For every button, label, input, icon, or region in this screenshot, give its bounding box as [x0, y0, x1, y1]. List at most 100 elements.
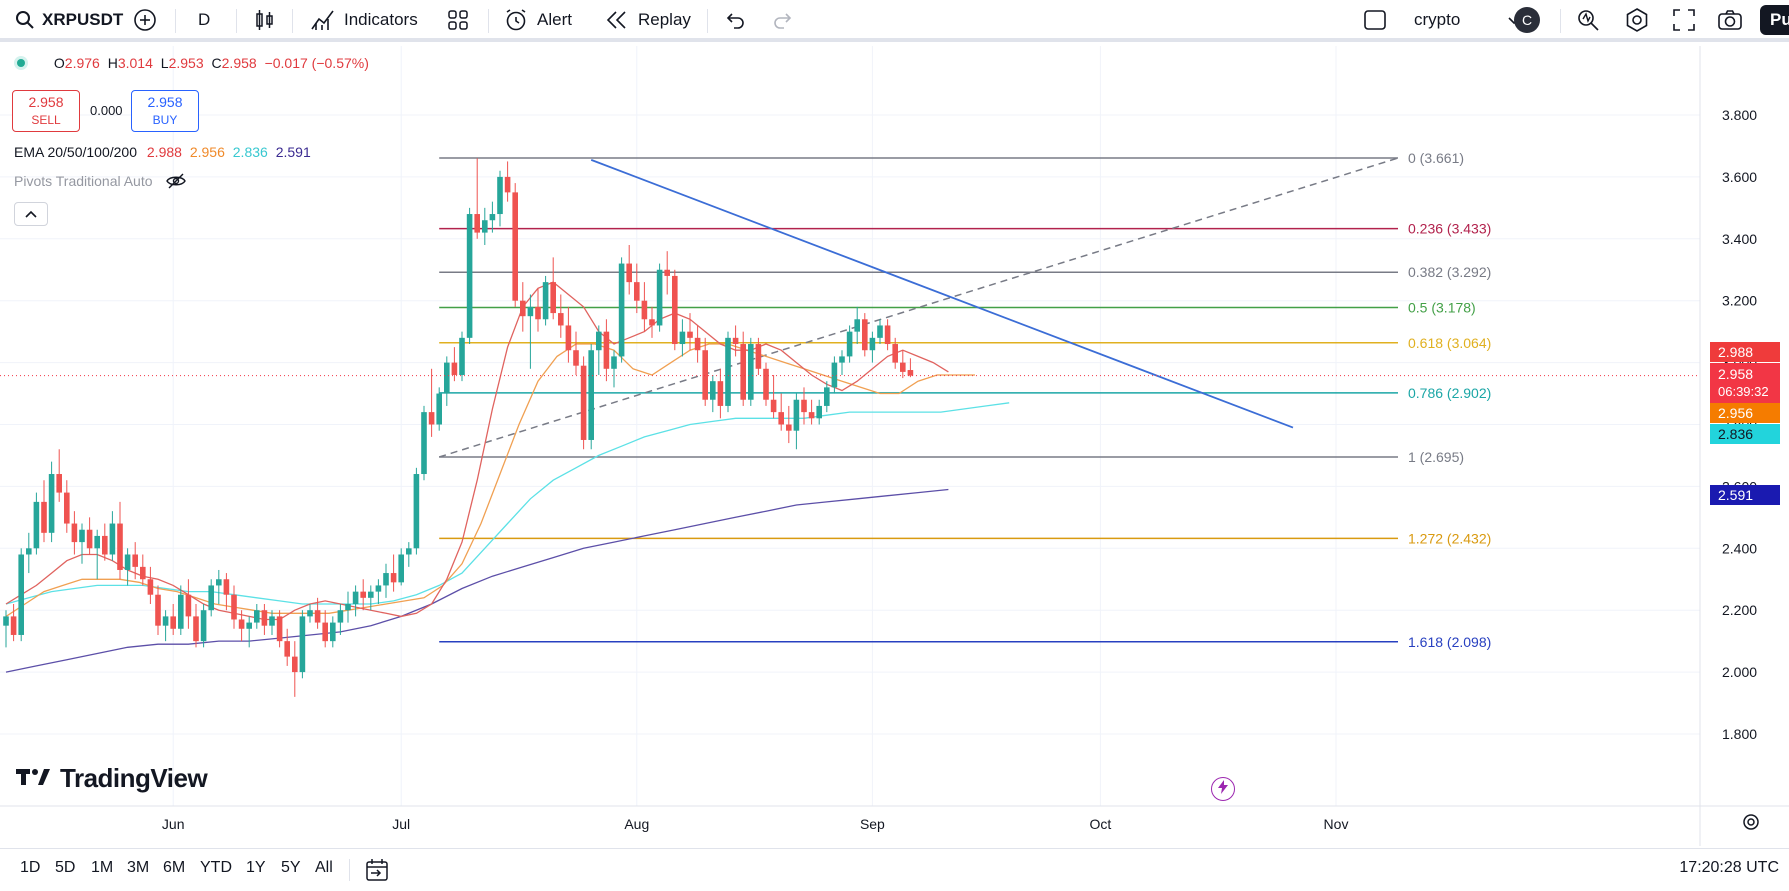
- square-icon: [1362, 7, 1388, 33]
- undo-icon: [722, 7, 748, 33]
- buy-price: 2.958: [147, 94, 183, 110]
- layout-name: crypto: [1414, 10, 1461, 29]
- fib-level-label: 0.5 (3.178): [1408, 300, 1476, 316]
- buy-button[interactable]: 2.958 BUY: [131, 90, 199, 132]
- low-value: 2.953: [168, 55, 204, 71]
- buy-label: BUY: [152, 113, 178, 127]
- price-tick-label: 1.800: [1722, 726, 1757, 742]
- events-marker[interactable]: [1211, 777, 1235, 801]
- candle-up: [846, 331, 853, 357]
- candle-down: [102, 535, 108, 555]
- candle-down: [641, 300, 648, 320]
- candle-down: [170, 616, 176, 629]
- range-5d[interactable]: 5D: [55, 859, 75, 877]
- candle-up: [877, 325, 883, 338]
- candle-up: [216, 579, 222, 586]
- candle-up: [466, 214, 473, 338]
- range-1y[interactable]: 1Y: [246, 859, 266, 877]
- candle-down: [41, 501, 47, 533]
- bar-countdown: 06:39:32: [1718, 384, 1769, 399]
- alert-button[interactable]: Alert: [503, 0, 572, 40]
- candle-down: [292, 656, 298, 673]
- fib-level-label: 0.382 (3.292): [1408, 264, 1491, 280]
- ema-legend[interactable]: EMA 20/50/100/200 2.988 2.956 2.836 2.59…: [14, 144, 311, 160]
- candle-down: [193, 616, 199, 642]
- candle-up: [611, 356, 617, 369]
- compare-symbol-button[interactable]: [132, 0, 166, 40]
- candle-up: [79, 529, 85, 543]
- candle-up: [854, 319, 860, 332]
- utc-clock[interactable]: 17:20:28 UTC: [1679, 859, 1779, 877]
- candle-up: [18, 554, 24, 635]
- candle-down: [185, 594, 192, 617]
- bottom-toolbar: 1D 5D 1M 3M 6M YTD 1Y 5Y All 17:20:28 UT…: [0, 848, 1789, 891]
- templates-button[interactable]: [445, 0, 479, 40]
- candle-up: [406, 548, 412, 555]
- fullscreen-button[interactable]: [1671, 0, 1705, 40]
- open-label: O: [53, 55, 65, 71]
- replay-button[interactable]: Replay: [604, 0, 691, 40]
- snapshot-button[interactable]: [1717, 0, 1751, 40]
- candle-down: [261, 610, 268, 626]
- fullscreen-square-button[interactable]: [1362, 0, 1396, 40]
- fib-level-label: 0.236 (3.433): [1408, 221, 1491, 237]
- eye-off-icon[interactable]: [166, 173, 187, 192]
- range-all[interactable]: All: [315, 859, 333, 877]
- price-tick-label: 2.400: [1722, 540, 1757, 556]
- redo-button[interactable]: [770, 0, 804, 40]
- spread-value: 0.000: [90, 103, 123, 118]
- quick-search-button[interactable]: [1575, 0, 1609, 40]
- range-1m[interactable]: 1M: [91, 859, 113, 877]
- chart-type-button[interactable]: [252, 0, 286, 40]
- candle-down: [907, 370, 914, 376]
- candle-up: [459, 337, 465, 375]
- price-chart[interactable]: 3.8003.6003.4003.2003.0002.8002.6002.400…: [0, 46, 1789, 846]
- settings-button[interactable]: [1624, 0, 1658, 40]
- sell-price: 2.958: [28, 94, 64, 110]
- avatar[interactable]: C: [1514, 0, 1540, 40]
- lightning-icon: [1218, 779, 1228, 799]
- range-1d[interactable]: 1D: [20, 859, 40, 877]
- interval-label: D: [198, 10, 211, 29]
- indicators-button[interactable]: Indicators: [310, 0, 418, 40]
- time-axis-settings-button[interactable]: [1741, 812, 1763, 834]
- candle-down: [451, 362, 458, 375]
- layout-dropdown[interactable]: crypto: [1414, 0, 1520, 40]
- candle-up: [748, 344, 754, 400]
- candle-up: [200, 610, 207, 642]
- ema50-value: 2.956: [189, 144, 225, 160]
- candle-up: [869, 337, 876, 351]
- symbol-name: XRPUSDT: [42, 10, 124, 29]
- range-6m[interactable]: 6M: [163, 859, 185, 877]
- price-tick-label: 2.000: [1722, 664, 1757, 680]
- tradingview-logo[interactable]: TradingView: [16, 763, 208, 794]
- chart-pane[interactable]: 3.8003.6003.4003.2003.0002.8002.6002.400…: [0, 46, 1789, 846]
- candle-down: [884, 325, 891, 345]
- ohlc-legend: O2.976 H3.014 L2.953 C2.958 −0.017 (−0.5…: [14, 55, 369, 71]
- candle-up: [497, 176, 503, 215]
- candle-up: [3, 616, 9, 626]
- candle-up: [398, 554, 404, 583]
- candle-up: [345, 604, 351, 611]
- candle-down: [862, 319, 868, 351]
- gear-icon: [1741, 814, 1761, 836]
- goto-date-button[interactable]: [364, 858, 390, 887]
- range-5y[interactable]: 5Y: [281, 859, 301, 877]
- undo-button[interactable]: [722, 0, 756, 40]
- symbol-search-button[interactable]: XRPUSDT: [12, 0, 123, 40]
- range-ytd[interactable]: YTD: [200, 859, 232, 877]
- candle-down: [64, 492, 70, 524]
- sell-button[interactable]: 2.958 SELL: [12, 90, 80, 132]
- close-value: 2.958: [221, 55, 257, 71]
- pivots-legend[interactable]: Pivots Traditional Auto: [14, 173, 187, 192]
- candle-up: [542, 282, 549, 320]
- candle-up: [330, 622, 336, 642]
- time-tick-label: Jun: [162, 816, 185, 832]
- interval-button[interactable]: D: [198, 0, 210, 40]
- publish-button[interactable]: Pu: [1760, 0, 1789, 40]
- trend-line: [590, 159, 1294, 429]
- collapse-legend-button[interactable]: [14, 202, 48, 226]
- fib-level-label: 0.618 (3.064): [1408, 335, 1491, 351]
- range-3m[interactable]: 3M: [127, 859, 149, 877]
- candle-down: [86, 529, 93, 549]
